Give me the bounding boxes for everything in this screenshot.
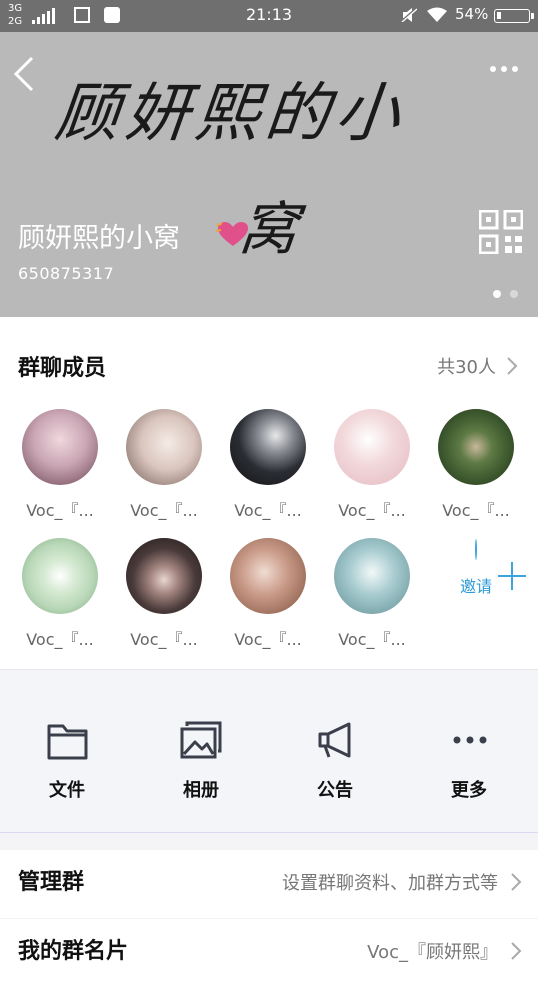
more-dots-icon <box>453 736 487 744</box>
member-name: Voc_『... <box>26 630 94 649</box>
mute-icon <box>401 8 417 22</box>
member-item[interactable]: Voc_『... <box>320 409 424 521</box>
member-avatar <box>126 538 202 614</box>
heart-icon <box>216 222 248 246</box>
notice-label: 公告 <box>317 780 353 801</box>
megaphone-icon <box>318 722 351 758</box>
cover-handwriting: 顾妍熙的小 <box>51 77 410 151</box>
member-avatar <box>22 538 98 614</box>
manage-group-row[interactable]: 管理群 设置群聊资料、加群方式等 <box>0 850 538 918</box>
battery-icon <box>494 9 534 23</box>
member-name: Voc_『... <box>26 501 94 520</box>
chevron-right-icon <box>507 357 518 375</box>
more-icon[interactable] <box>490 66 518 72</box>
member-name: Voc_『... <box>234 501 302 520</box>
member-item[interactable]: Voc_『... <box>320 538 424 650</box>
album-icon <box>180 721 222 759</box>
member-item[interactable]: Voc_『... <box>424 409 528 521</box>
group-name: 顾妍熙的小窝 <box>18 223 180 254</box>
notice-button[interactable]: 公告 <box>280 720 390 802</box>
qr-code-icon[interactable] <box>479 210 523 254</box>
group-members-section: 群聊成员 共30人 Voc_『... Voc_『... Voc_『... Voc… <box>0 317 538 670</box>
members-count-link[interactable]: 共30人 <box>437 353 518 379</box>
members-count: 共30人 <box>437 357 496 378</box>
member-avatar <box>22 409 98 485</box>
folder-icon <box>47 724 88 760</box>
group-header: 顾妍熙的小 窝 顾妍熙的小窝 650875317 <box>0 32 538 317</box>
member-item[interactable]: Voc_『... <box>112 538 216 650</box>
member-name: Voc_『... <box>130 630 198 649</box>
manage-group-title: 管理群 <box>18 870 85 895</box>
member-name: Voc_『... <box>130 501 198 520</box>
member-item[interactable]: Voc_『... <box>8 409 112 521</box>
chevron-right-icon <box>511 942 522 960</box>
files-label: 文件 <box>49 780 85 801</box>
album-label: 相册 <box>183 780 219 801</box>
member-avatar <box>126 409 202 485</box>
back-icon[interactable] <box>12 54 36 94</box>
battery-percent: 54% <box>455 5 489 23</box>
status-bar: 3G 2G 21:13 54% <box>0 0 538 32</box>
album-button[interactable]: 相册 <box>146 720 256 802</box>
wifi-icon <box>427 7 447 22</box>
more-actions-button[interactable]: 更多 <box>414 720 524 802</box>
group-id: 650875317 <box>18 264 115 283</box>
group-actions-bar: 文件 相册 公告 更多 <box>0 670 538 833</box>
more-label: 更多 <box>451 780 487 801</box>
member-item[interactable]: Voc_『... <box>216 409 320 521</box>
member-avatar <box>230 538 306 614</box>
member-item[interactable]: Voc_『... <box>112 409 216 521</box>
member-name: Voc_『... <box>234 630 302 649</box>
add-icon <box>475 539 477 560</box>
files-button[interactable]: 文件 <box>12 720 122 802</box>
my-group-card-title: 我的群名片 <box>18 939 129 964</box>
member-name: Voc_『... <box>442 501 510 520</box>
member-avatar <box>334 538 410 614</box>
member-avatar <box>230 409 306 485</box>
my-group-card-value: Voc_『顾妍熙』 <box>367 942 498 963</box>
chevron-right-icon <box>511 873 522 891</box>
member-avatar <box>438 409 514 485</box>
member-avatar <box>334 409 410 485</box>
member-item[interactable]: Voc_『... <box>216 538 320 650</box>
invite-button[interactable]: 邀请 <box>424 539 528 597</box>
manage-group-desc: 设置群聊资料、加群方式等 <box>282 873 498 894</box>
members-title: 群聊成员 <box>18 356 107 381</box>
member-item[interactable]: Voc_『... <box>8 538 112 650</box>
member-name: Voc_『... <box>338 501 406 520</box>
banner-pager <box>493 290 518 298</box>
member-name: Voc_『... <box>338 630 406 649</box>
my-group-card-row[interactable]: 我的群名片 Voc_『顾妍熙』 <box>0 919 538 987</box>
